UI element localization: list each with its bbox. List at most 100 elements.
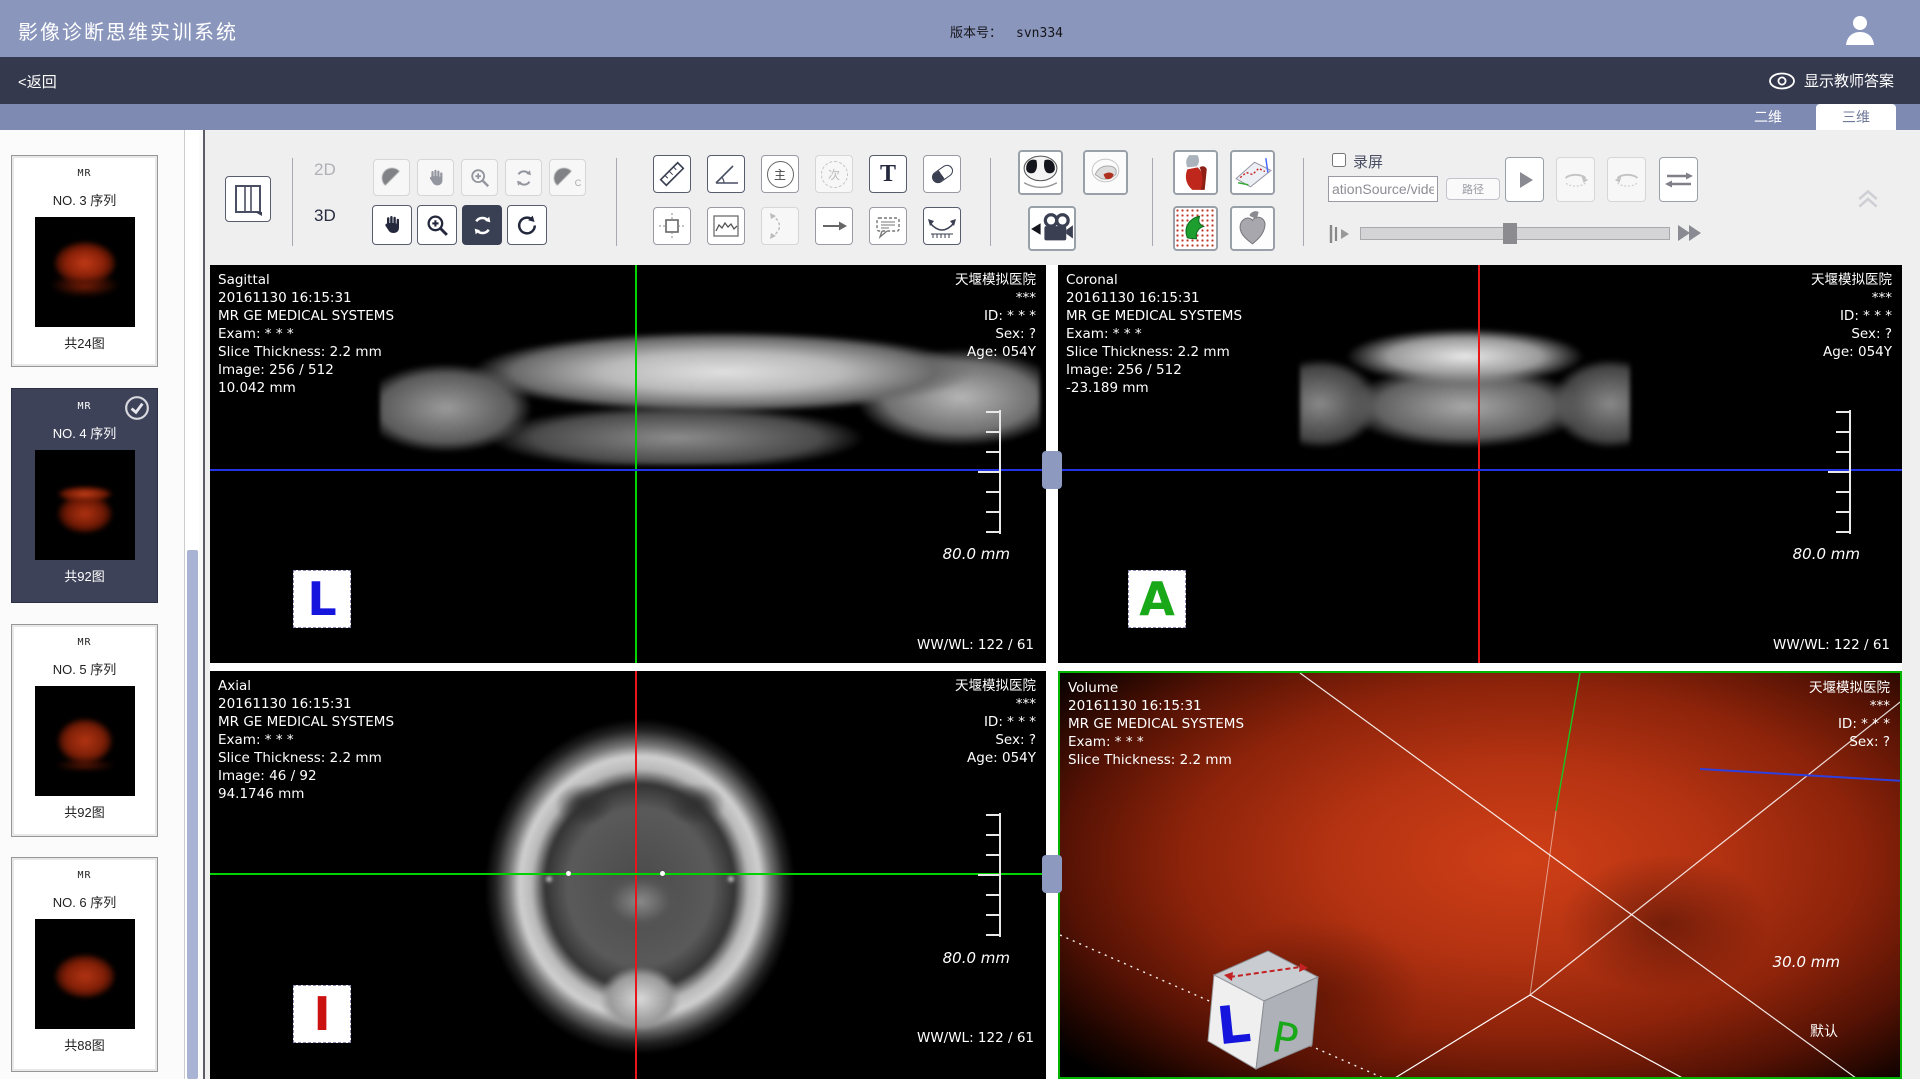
preset-label: 默认 — [1810, 1021, 1838, 1041]
series-card-6[interactable]: MR NO. 6 序列 共88图 — [11, 857, 158, 1072]
viewport-axial[interactable]: Axial 20161130 16:15:31 MR GE MEDICAL SY… — [210, 671, 1046, 1079]
viewport-sagittal[interactable]: Sagittal 20161130 16:15:31 MR GE MEDICAL… — [210, 265, 1046, 663]
app-header: 影像诊断思维实训系统 版本号：svn334 — [0, 0, 1920, 57]
viewport-volume[interactable]: L P Volume 20161130 16:15:31 MR GE MEDIC… — [1058, 671, 1902, 1079]
roi-tool-button[interactable] — [653, 207, 691, 245]
path-plan-button[interactable] — [1230, 150, 1275, 195]
zoom-2d-button[interactable] — [461, 159, 498, 196]
patient-age: Age: 054Y — [955, 343, 1036, 361]
orientation-cube[interactable]: L P — [1180, 941, 1330, 1071]
show-teacher-answer-button[interactable]: 显示教师答案 — [1768, 70, 1894, 91]
coronal-info: Coronal 20161130 16:15:31 MR GE MEDICAL … — [1066, 271, 1242, 397]
profile-icon — [711, 211, 741, 241]
spline-icon — [765, 211, 795, 241]
cube-left-label: L — [1214, 994, 1253, 1057]
exam-id: Exam: * * * — [218, 731, 394, 749]
vr-skull-button[interactable] — [1083, 150, 1128, 195]
series-name: NO. 6 序列 — [12, 892, 157, 911]
series-count: 共88图 — [12, 1035, 157, 1054]
sidebar-scrollbar-thumb[interactable] — [187, 550, 198, 1079]
record-checkbox[interactable] — [1332, 153, 1346, 167]
scale-ruler — [1810, 408, 1860, 536]
toolbar-separator — [990, 158, 991, 246]
viewport-coronal[interactable]: Coronal 20161130 16:15:31 MR GE MEDICAL … — [1058, 265, 1902, 663]
divider-handle-bottom[interactable] — [1042, 855, 1062, 893]
axial-image — [465, 699, 815, 1074]
comment-tool-button[interactable] — [869, 207, 907, 245]
sagittal-patient: 天堰模拟医院 *** ID: * * * Sex: ? Age: 054Y — [955, 271, 1036, 361]
study-datetime: 20161130 16:15:31 — [218, 289, 394, 307]
loop-back-button[interactable] — [1607, 157, 1646, 202]
hospital-name: 天堰模拟医院 — [955, 271, 1036, 289]
eye-icon — [1768, 72, 1796, 90]
swap-direction-button[interactable] — [1659, 157, 1698, 202]
secondary-mark-button[interactable]: 次 — [815, 155, 853, 193]
window-level-2d-button[interactable] — [373, 159, 410, 196]
play-icon — [1513, 168, 1537, 192]
speed-slider-thumb[interactable] — [1503, 223, 1517, 244]
video-path-input[interactable] — [1328, 176, 1438, 202]
profile-curve-button[interactable] — [707, 207, 745, 245]
crosshair-dot — [660, 871, 665, 876]
mpr-lung-button[interactable] — [1018, 150, 1063, 195]
axial-crosshair-vertical[interactable] — [635, 671, 637, 1079]
play-button[interactable] — [1505, 157, 1544, 202]
knee-segment-button[interactable] — [1173, 150, 1218, 195]
loop-forward-icon — [1562, 168, 1590, 192]
text-tool-button[interactable]: T — [869, 155, 907, 193]
ruler-tool-button[interactable] — [653, 155, 691, 193]
patient-name: *** — [955, 695, 1036, 713]
heart-vr-button[interactable] — [1230, 206, 1275, 251]
tab-3d[interactable]: 三维 — [1816, 104, 1896, 130]
pan-3d-button[interactable] — [372, 205, 412, 245]
angle-tool-button[interactable] — [707, 155, 745, 193]
sagittal-crosshair-horizontal[interactable] — [210, 469, 1046, 471]
series-thumbnail — [35, 217, 135, 327]
sagittal-crosshair-vertical[interactable] — [635, 265, 637, 663]
sidebar-scrollbar[interactable] — [184, 130, 199, 1079]
series-name: NO. 4 序列 — [12, 423, 157, 442]
arrow-tool-button[interactable] — [815, 207, 853, 245]
tab-2d[interactable]: 二维 — [1728, 104, 1808, 130]
hand-icon — [425, 167, 447, 189]
toolbar-separator — [292, 158, 293, 246]
segment-icon — [1175, 208, 1216, 249]
loop-forward-button[interactable] — [1556, 157, 1595, 202]
hospital-name: 天堰模拟医院 — [955, 677, 1036, 695]
toolbar: 2D 3D C 主 次 T — [210, 130, 1920, 265]
reset-3d-button[interactable] — [507, 205, 547, 245]
fast-speed-icon[interactable] — [1676, 220, 1706, 246]
user-icon[interactable] — [1842, 11, 1878, 47]
viewport-name: Sagittal — [218, 271, 394, 289]
window-level-reset-2d-button[interactable]: C — [549, 159, 586, 196]
series-card-3[interactable]: MR NO. 3 序列 共24图 — [11, 155, 158, 367]
slow-speed-icon[interactable] — [1328, 223, 1354, 245]
curve-ruler-button[interactable] — [923, 207, 961, 245]
coronal-crosshair-vertical[interactable] — [1478, 265, 1480, 663]
rotate-3d-button[interactable] — [462, 205, 502, 245]
patient-name: *** — [1811, 289, 1892, 307]
check-icon — [124, 395, 150, 421]
primary-mark-button[interactable]: 主 — [761, 155, 799, 193]
patient-sex: Sex: ? — [1809, 733, 1890, 751]
path-button[interactable]: 路径 — [1446, 178, 1500, 200]
back-button[interactable]: <返回 — [18, 71, 57, 92]
spline-tool-button[interactable] — [761, 207, 799, 245]
divider-handle-top[interactable] — [1042, 451, 1062, 489]
mode-2d-label: 2D — [314, 160, 336, 180]
eraser-tool-button[interactable] — [923, 155, 961, 193]
layout-button[interactable] — [225, 176, 271, 222]
coronal-crosshair-horizontal[interactable] — [1058, 469, 1902, 471]
patient-sex: Sex: ? — [1811, 325, 1892, 343]
seed-segment-button[interactable] — [1173, 206, 1218, 251]
zoom-3d-button[interactable] — [417, 205, 457, 245]
axial-crosshair-horizontal[interactable] — [210, 873, 1046, 875]
slab-path-icon — [1232, 152, 1273, 193]
series-card-5[interactable]: MR NO. 5 序列 共92图 — [11, 624, 158, 837]
rotate-2d-button[interactable] — [505, 159, 542, 196]
export-video-button[interactable] — [1028, 206, 1076, 251]
pan-2d-button[interactable] — [417, 159, 454, 196]
version-info: 版本号：svn334 — [950, 22, 1063, 41]
series-card-4[interactable]: MR NO. 4 序列 共92图 — [11, 388, 158, 603]
collapse-icon[interactable] — [1855, 188, 1881, 210]
